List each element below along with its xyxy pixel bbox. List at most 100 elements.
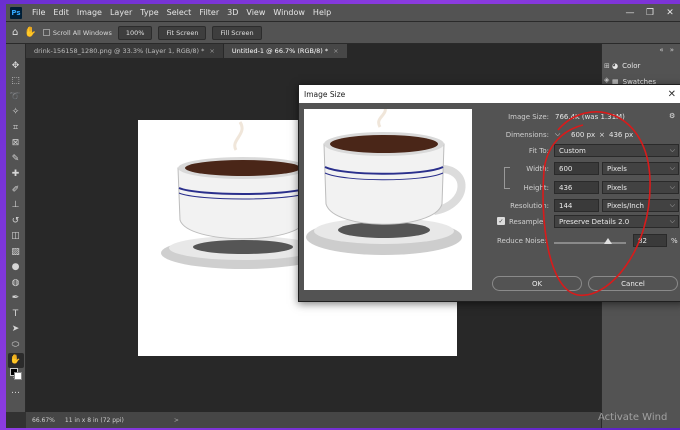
ok-button[interactable]: OK <box>492 276 582 291</box>
close-window-button[interactable]: ✕ <box>660 8 680 18</box>
menu-image[interactable]: Image <box>73 8 106 17</box>
reduce-noise-input[interactable]: 82 <box>633 234 667 247</box>
path-selection-tool-icon[interactable]: ➤ <box>8 322 24 338</box>
tab-label: Untitled-1 @ 66.7% (RGB/8) * <box>231 47 329 55</box>
menu-file[interactable]: File <box>28 8 49 17</box>
lasso-tool-icon[interactable]: ➰ <box>8 89 24 105</box>
fit-to-value: Custom <box>559 146 586 155</box>
menu-edit[interactable]: Edit <box>49 8 73 17</box>
chevron-down-icon: ⌵ <box>669 217 675 225</box>
color-wheel-icon: ◕ <box>612 62 619 70</box>
menu-3d[interactable]: 3D <box>223 8 242 17</box>
status-menu-arrow-icon[interactable]: > <box>174 417 179 424</box>
scroll-all-windows-checkbox[interactable] <box>42 29 50 36</box>
zoom-100-button[interactable]: 100% <box>117 25 153 40</box>
height-unit-select[interactable]: Pixels ⌵ <box>602 181 679 194</box>
document-info: 11 in x 8 in (72 ppi) <box>64 416 124 424</box>
background-color-swatch[interactable] <box>14 372 22 380</box>
height-label: Height: <box>523 184 550 192</box>
chevron-down-icon: ⌵ <box>669 146 675 154</box>
menu-filter[interactable]: Filter <box>195 8 223 17</box>
menu-window[interactable]: Window <box>269 8 309 17</box>
color-panel-label: Color <box>622 62 641 70</box>
fill-screen-button[interactable]: Fill Screen <box>212 25 262 40</box>
zoom-level[interactable]: 66.67% <box>32 417 55 424</box>
menu-bar: Ps File Edit Image Layer Type Select Fil… <box>6 4 680 22</box>
resample-select[interactable]: Preserve Details 2.0 ⌵ <box>554 215 679 228</box>
width-input[interactable]: 600 <box>554 162 599 175</box>
tab-close-icon[interactable]: × <box>333 47 338 55</box>
tab-untitled-document[interactable]: Untitled-1 @ 66.7% (RGB/8) * × <box>223 44 347 58</box>
move-tool-icon[interactable]: ✥ <box>8 58 24 74</box>
panel-collapse-controls: « » <box>602 44 680 56</box>
dialog-settings-gear-icon[interactable]: ⚙ <box>669 112 675 120</box>
menu-type[interactable]: Type <box>136 8 162 17</box>
dodge-tool-icon[interactable]: ◍ <box>8 275 24 291</box>
magic-wand-tool-icon[interactable]: ✧ <box>8 105 24 121</box>
image-preview[interactable] <box>304 104 472 290</box>
menu-layer[interactable]: Layer <box>106 8 136 17</box>
frame-tool-icon[interactable]: ⊠ <box>8 136 24 152</box>
image-size-dialog: Image Size ✕ Image Size: 766.4K (was 1.3… <box>298 84 680 302</box>
width-unit-select[interactable]: Pixels ⌵ <box>602 162 679 175</box>
resolution-unit-select[interactable]: Pixels/Inch ⌵ <box>602 199 679 212</box>
brush-tool-icon[interactable]: ✐ <box>8 182 24 198</box>
options-bar: ⌂ ✋ Scroll All Windows 100% Fit Screen F… <box>6 22 680 44</box>
blur-tool-icon[interactable]: ● <box>8 260 24 276</box>
photoshop-logo-icon: Ps <box>10 6 22 19</box>
dimensions-dropdown-icon[interactable]: ⌵ <box>555 130 560 139</box>
cancel-button[interactable]: Cancel <box>588 276 678 291</box>
restore-button[interactable]: ❐ <box>640 8 660 18</box>
coffee-cup-preview-image <box>306 104 466 255</box>
home-icon[interactable]: ⌂ <box>12 27 18 38</box>
reduce-noise-slider[interactable] <box>554 242 626 244</box>
menu-select[interactable]: Select <box>163 8 196 17</box>
resolution-unit-value: Pixels/Inch <box>607 201 644 210</box>
color-panel-tab[interactable]: ◕ Color <box>612 62 640 70</box>
tab-drink-document[interactable]: drink-156158_1280.png @ 33.3% (Layer 1, … <box>26 44 223 58</box>
fit-to-label: Fit To: <box>528 147 549 155</box>
dimensions-times: × <box>599 131 605 139</box>
collapse-panels-icon[interactable]: « <box>659 46 663 54</box>
marquee-tool-icon[interactable]: ⬚ <box>8 74 24 90</box>
properties-panel-icon[interactable]: ◈ <box>604 76 612 84</box>
crop-tool-icon[interactable]: ⌗ <box>8 120 24 136</box>
fit-screen-button[interactable]: Fit Screen <box>158 25 207 40</box>
minimize-button[interactable]: — <box>620 8 640 18</box>
resample-value: Preserve Details 2.0 <box>559 217 630 226</box>
scroll-all-windows-option[interactable]: Scroll All Windows <box>42 28 112 37</box>
height-unit-value: Pixels <box>607 183 627 192</box>
collapse-panels-icon[interactable]: » <box>670 46 674 54</box>
more-tools-icon[interactable]: … <box>8 384 24 400</box>
eraser-tool-icon[interactable]: ◫ <box>8 229 24 245</box>
pen-tool-icon[interactable]: ✒ <box>8 291 24 307</box>
image-size-value: 766.4K (was 1.31M) <box>555 113 625 121</box>
tab-close-icon[interactable]: × <box>209 47 214 55</box>
dimensions-label: Dimensions: <box>505 131 549 139</box>
height-input[interactable]: 436 <box>554 181 599 194</box>
hand-tool-icon[interactable]: ✋ <box>24 27 36 38</box>
fit-to-select[interactable]: Custom ⌵ <box>554 144 679 157</box>
history-brush-tool-icon[interactable]: ↺ <box>8 213 24 229</box>
resolution-label: Resolution: <box>510 202 549 210</box>
eyedropper-tool-icon[interactable]: ✎ <box>8 151 24 167</box>
scroll-all-windows-label: Scroll All Windows <box>52 28 112 37</box>
hand-tool-icon[interactable]: ✋ <box>7 352 24 368</box>
history-panel-icon[interactable]: ⊞ <box>604 62 612 70</box>
reduce-noise-unit: % <box>671 237 678 245</box>
menu-view[interactable]: View <box>242 8 269 17</box>
activate-windows-watermark: Activate Wind <box>598 412 668 423</box>
resample-checkbox[interactable]: ✓ <box>497 217 505 225</box>
chevron-down-icon: ⌵ <box>669 164 675 172</box>
shape-tool-icon[interactable]: ⬭ <box>8 337 24 353</box>
healing-brush-tool-icon[interactable]: ✚ <box>8 167 24 183</box>
type-tool-icon[interactable]: T <box>8 306 24 322</box>
gradient-tool-icon[interactable]: ▨ <box>8 244 24 260</box>
resolution-input[interactable]: 144 <box>554 199 599 212</box>
clone-stamp-tool-icon[interactable]: ⊥ <box>8 198 24 214</box>
status-bar: 66.67% 11 in x 8 in (72 ppi) > <box>26 412 601 428</box>
reduce-noise-slider-thumb[interactable] <box>603 238 612 244</box>
dialog-close-icon[interactable]: ✕ <box>668 89 676 100</box>
menu-help[interactable]: Help <box>309 8 335 17</box>
image-size-label: Image Size: <box>508 113 549 121</box>
